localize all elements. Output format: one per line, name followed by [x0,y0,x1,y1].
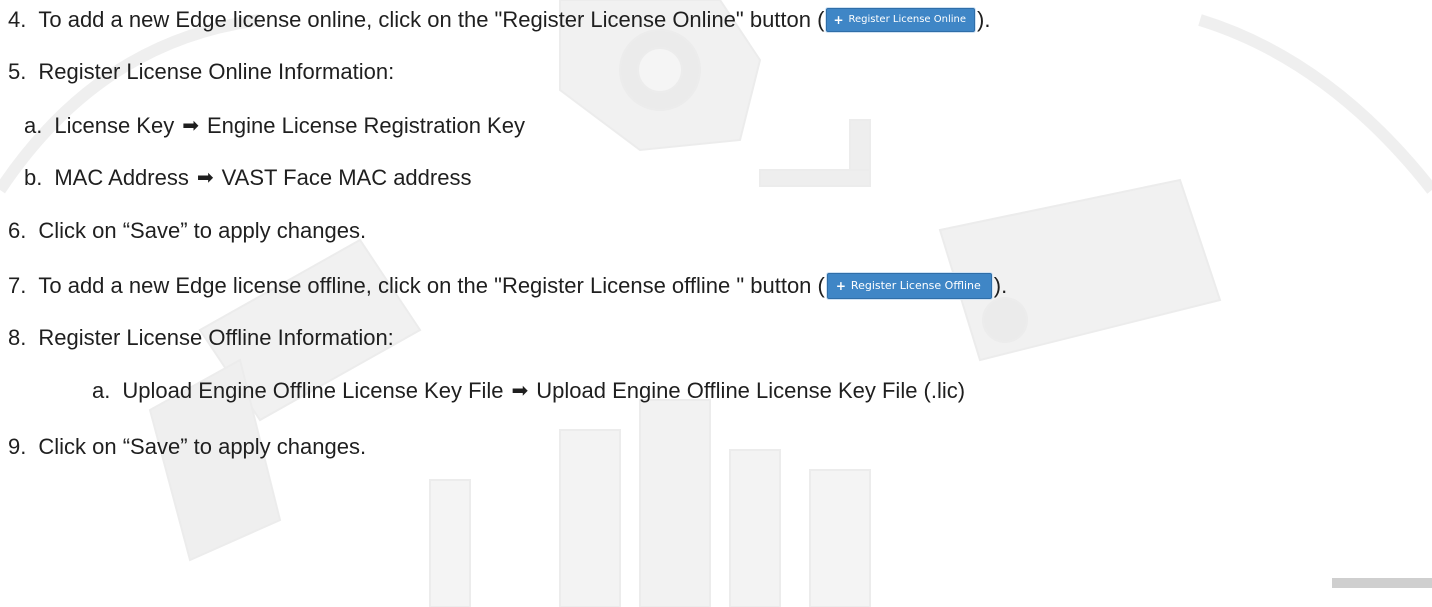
step-5: 5. Register License Online Information: [8,59,394,85]
step-text: Register License Offline Information: [38,325,394,350]
plus-icon: + [835,279,846,293]
field-name: MAC Address [54,165,189,190]
field-name: License Key [54,113,175,138]
register-license-offline-button[interactable]: + Register License Offline [826,273,992,299]
button-label: Register License Online [848,14,967,25]
step-text: To add a new Edge license offline, click… [38,273,825,298]
field-name: Upload Engine Offline License Key File [122,378,504,403]
step-8a: a. Upload Engine Offline License Key Fil… [92,378,965,404]
step-letter: b. [24,165,43,190]
register-license-online-button[interactable]: + Register License Online [826,8,976,32]
arrow-right-icon: ➡ [196,167,214,189]
arrow-right-icon: ➡ [182,115,199,137]
step-number: 7. [8,273,27,298]
step-text-end: ). [993,273,1008,298]
plus-icon: + [833,13,844,27]
arrow-right-icon: ➡ [511,380,529,402]
step-5b: b. MAC Address ➡ VAST Face MAC address [24,165,471,191]
field-description: VAST Face MAC address [221,165,472,190]
step-number: 5. [8,59,27,84]
step-7: 7. To add a new Edge license offline, cl… [8,273,1007,299]
step-6: 6. Click on “Save” to apply changes. [8,218,366,244]
step-number: 9. [8,434,27,459]
step-number: 4. [8,7,27,32]
field-description: Upload Engine Offline License Key File (… [536,378,966,403]
step-text: Register License Online Information: [38,59,395,84]
step-letter: a. [92,378,111,403]
step-text: Click on “Save” to apply changes. [38,218,367,243]
step-text: Click on “Save” to apply changes. [38,434,367,459]
step-number: 8. [8,325,27,350]
instructions: 4. To add a new Edge license online, cli… [0,0,1432,607]
step-4: 4. To add a new Edge license online, cli… [8,7,990,33]
step-text-end: ). [977,7,991,32]
step-5a: a. License Key ➡ Engine License Registra… [24,113,525,139]
step-letter: a. [24,113,43,138]
field-description: Engine License Registration Key [206,113,525,138]
step-text: To add a new Edge license online, click … [38,7,825,32]
step-8: 8. Register License Offline Information: [8,325,394,351]
step-number: 6. [8,218,27,243]
button-label: Register License Offline [850,279,981,292]
step-9: 9. Click on “Save” to apply changes. [8,434,366,460]
